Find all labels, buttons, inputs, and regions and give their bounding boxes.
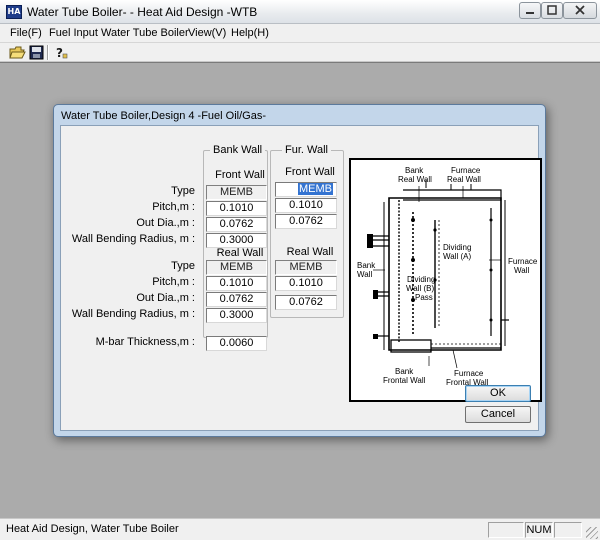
bank-front-radius-input[interactable]: 0.3000 bbox=[206, 233, 267, 248]
minimize-icon bbox=[526, 12, 534, 14]
type-label-real: Type bbox=[171, 260, 195, 272]
app-icon[interactable]: HA bbox=[6, 5, 22, 19]
help-icon: ? bbox=[56, 46, 68, 60]
pitch-label: Pitch,m : bbox=[152, 201, 195, 213]
m-bar-thickness-label: M-bar Thickness,m : bbox=[95, 336, 195, 348]
dialog-title: Water Tube Boiler,Design 4 -Fuel Oil/Gas… bbox=[61, 110, 267, 122]
label-bank-wall-1: Bank bbox=[357, 261, 376, 270]
menu-water-tube-boiler[interactable]: Water Tube Boiler bbox=[101, 27, 189, 39]
m-bar-thickness-input[interactable]: 0.0060 bbox=[206, 336, 267, 351]
type-label: Type bbox=[171, 185, 195, 197]
bank-wall-group-label: Bank Wall bbox=[210, 144, 266, 156]
out-dia-label-real: Out Dia.,m : bbox=[136, 292, 195, 304]
maximize-button[interactable] bbox=[541, 2, 563, 19]
ok-button[interactable]: OK bbox=[465, 385, 531, 402]
label-dividing-wall-b-2: Wall (B) bbox=[406, 284, 434, 293]
boiler-wall-diagram: Bank Real Wall Furnace Real Wall Dividin… bbox=[349, 158, 542, 402]
wall-bending-radius-label: Wall Bending Radius, m : bbox=[71, 233, 195, 245]
fur-real-out-dia-input[interactable]: 0.0762 bbox=[275, 295, 337, 310]
fur-front-type-input[interactable]: MEMB bbox=[275, 182, 337, 197]
bank-real-type-field: MEMB bbox=[206, 260, 267, 275]
out-dia-label: Out Dia.,m : bbox=[136, 217, 195, 229]
bank-front-out-dia-input[interactable]: 0.0762 bbox=[206, 217, 267, 232]
label-furnace-real-wall-2: Real Wall bbox=[447, 175, 481, 184]
bank-front-type-field: MEMB bbox=[206, 185, 267, 200]
label-bank-frontal-wall-2: Frontal Wall bbox=[383, 376, 426, 385]
status-pane-num: NUM bbox=[525, 522, 553, 538]
wall-bending-radius-label-real: Wall Bending Radius, m : bbox=[71, 308, 195, 320]
pitch-label-real: Pitch,m : bbox=[152, 276, 195, 288]
maximize-icon bbox=[547, 5, 557, 15]
label-furnace-real-wall-1: Furnace bbox=[451, 166, 481, 175]
label-bank-real-wall-2: Real Wall bbox=[398, 175, 432, 184]
menu-view[interactable]: View(V) bbox=[188, 27, 226, 39]
save-button[interactable] bbox=[28, 45, 45, 60]
label-bank-frontal-wall-1: Bank bbox=[395, 367, 414, 376]
minimize-button[interactable] bbox=[519, 2, 541, 19]
label-dividing-wall-a-1: Dividing bbox=[443, 243, 471, 252]
fur-real-pitch-input[interactable]: 0.1010 bbox=[275, 276, 337, 291]
resize-grip[interactable] bbox=[586, 527, 598, 539]
bank-front-wall-header: Front Wall bbox=[215, 169, 265, 181]
status-text: Heat Aid Design, Water Tube Boiler bbox=[6, 523, 179, 535]
help-button[interactable]: ? bbox=[52, 45, 69, 60]
bank-real-radius-input[interactable]: 0.3000 bbox=[206, 308, 267, 323]
fur-front-pitch-input[interactable]: 0.1010 bbox=[275, 198, 337, 213]
label-dividing-wall-b-1: Dividing bbox=[407, 275, 435, 284]
status-pane-caps bbox=[488, 522, 524, 538]
fur-wall-group-label: Fur. Wall bbox=[282, 144, 331, 156]
label-dividing-wall-a-2: Wall (A) bbox=[443, 252, 471, 261]
window-title: Water Tube Boiler- - Heat Aid Design -WT… bbox=[27, 5, 258, 19]
close-button[interactable] bbox=[563, 2, 597, 19]
label-furnace-frontal-wall-1: Furnace bbox=[454, 369, 484, 378]
open-folder-icon bbox=[9, 46, 26, 59]
label-furnace-wall-2: Wall bbox=[514, 266, 529, 275]
menu-help[interactable]: Help(H) bbox=[231, 27, 269, 39]
label-bank-real-wall-1: Bank bbox=[405, 166, 424, 175]
save-disk-icon bbox=[29, 45, 44, 60]
open-button[interactable] bbox=[9, 45, 26, 60]
label-dividing-wall-b-3: Pass bbox=[415, 293, 433, 302]
cancel-button[interactable]: Cancel bbox=[465, 406, 531, 423]
fur-front-type-selected-text: MEMB bbox=[298, 183, 333, 195]
fur-real-type-field: MEMB bbox=[275, 260, 337, 275]
title-bar: HA Water Tube Boiler- - Heat Aid Design … bbox=[0, 0, 600, 24]
status-bar: Heat Aid Design, Water Tube Boiler NUM bbox=[0, 518, 600, 540]
label-furnace-wall-1: Furnace bbox=[508, 257, 538, 266]
menu-file[interactable]: File(F) bbox=[10, 27, 42, 39]
boiler-schematic: Bank Real Wall Furnace Real Wall Dividin… bbox=[357, 166, 538, 387]
close-icon bbox=[575, 5, 585, 15]
label-bank-wall-2: Wall bbox=[357, 270, 372, 279]
toolbar-separator bbox=[47, 45, 49, 60]
toolbar: ? bbox=[0, 42, 600, 62]
bank-real-pitch-input[interactable]: 0.1010 bbox=[206, 276, 267, 291]
bank-front-pitch-input[interactable]: 0.1010 bbox=[206, 201, 267, 216]
svg-text:?: ? bbox=[56, 46, 63, 60]
design-dialog: Water Tube Boiler,Design 4 -Fuel Oil/Gas… bbox=[53, 104, 546, 437]
fur-real-wall-header: Real Wall bbox=[286, 246, 334, 258]
fur-front-out-dia-input[interactable]: 0.0762 bbox=[275, 214, 337, 229]
bank-real-out-dia-input[interactable]: 0.0762 bbox=[206, 292, 267, 307]
status-pane-scroll bbox=[554, 522, 582, 538]
menu-fuel-input[interactable]: Fuel Input bbox=[49, 27, 98, 39]
menu-bar: File(F) Fuel Input Water Tube Boiler Vie… bbox=[0, 24, 600, 42]
dialog-body: Bank Wall Fur. Wall Front Wall Front Wal… bbox=[60, 125, 542, 431]
fur-front-wall-header: Front Wall bbox=[285, 166, 335, 178]
bank-real-wall-header: Real Wall bbox=[216, 247, 264, 259]
